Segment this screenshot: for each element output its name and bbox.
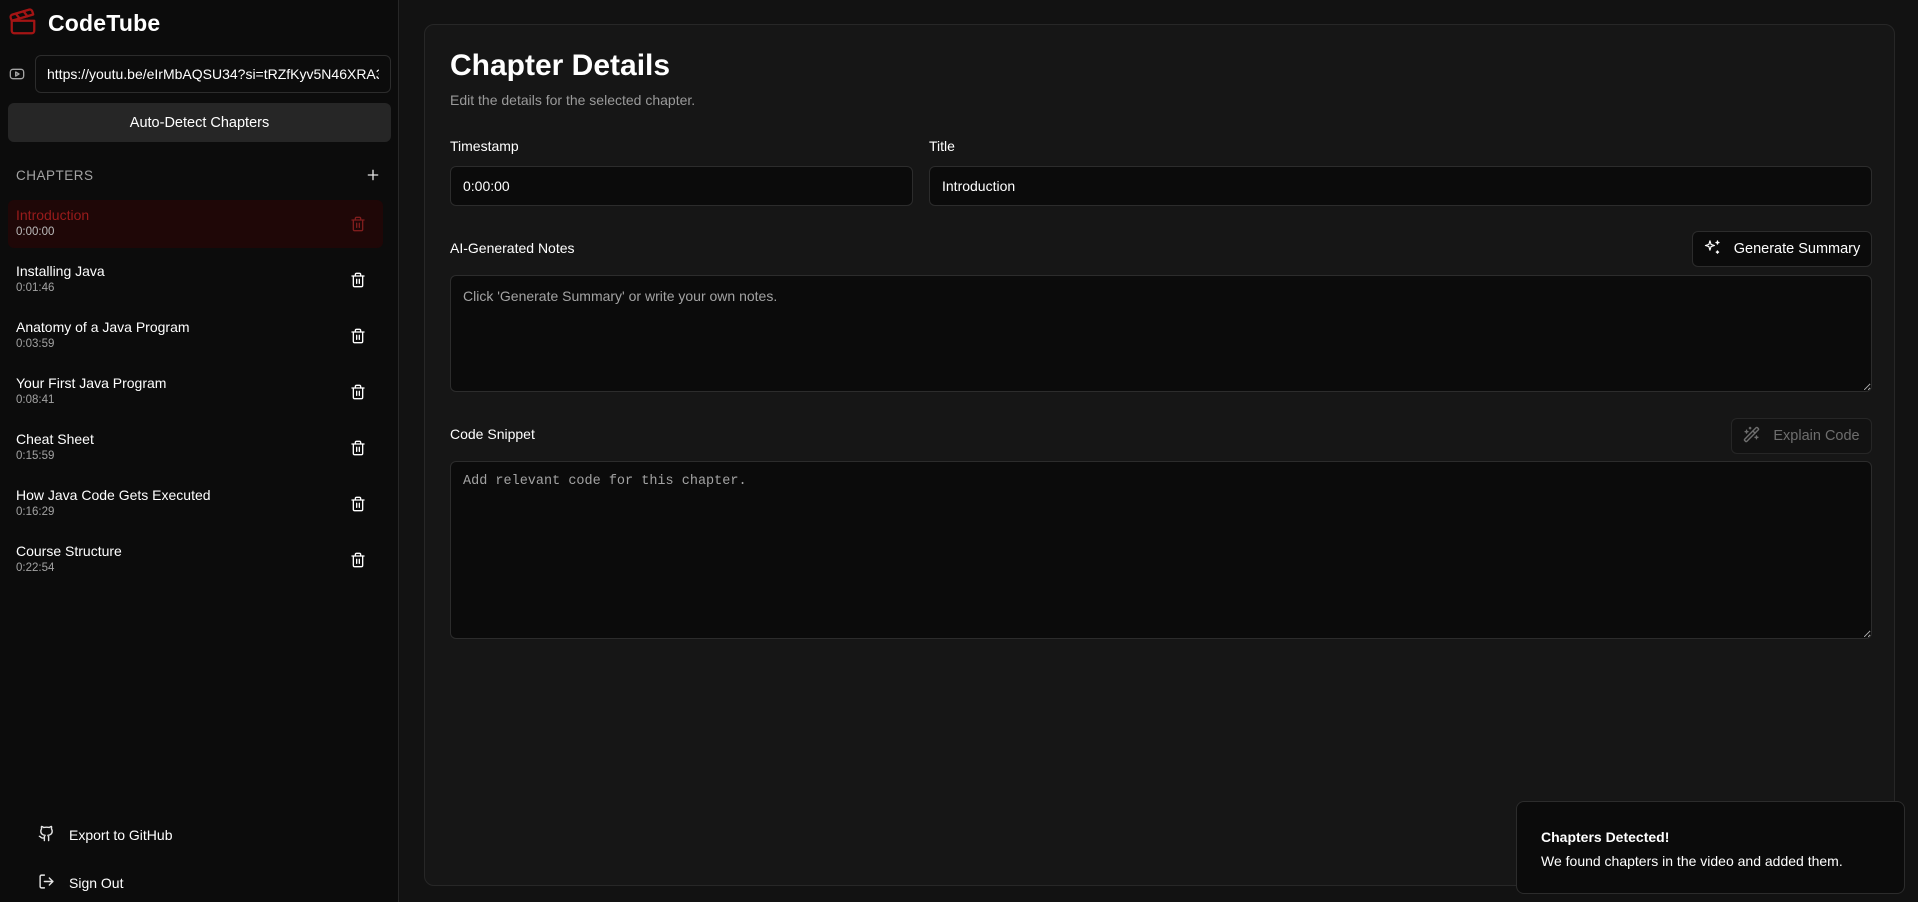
auto-detect-chapters-button[interactable]: Auto-Detect Chapters xyxy=(8,103,391,142)
url-row xyxy=(8,55,391,93)
explain-code-button[interactable]: Explain Code xyxy=(1731,418,1872,454)
chapter-timestamp: 0:15:59 xyxy=(16,450,55,462)
chapters-header: CHAPTERS xyxy=(16,165,382,185)
chapter-item-your-first-java-program[interactable]: Your First Java Program 0:08:41 xyxy=(8,368,383,416)
trash-icon[interactable] xyxy=(349,551,367,569)
chapter-item-how-java-code-gets-executed[interactable]: How Java Code Gets Executed 0:16:29 xyxy=(8,480,383,528)
code-snippet-textarea[interactable] xyxy=(450,461,1872,639)
chapter-title: How Java Code Gets Executed xyxy=(16,487,211,503)
chapter-details-panel: Chapter Details Edit the details for the… xyxy=(424,24,1895,886)
title-label: Title xyxy=(929,138,955,154)
export-to-github-label: Export to GitHub xyxy=(69,827,173,843)
chapter-title: Installing Java xyxy=(16,263,105,279)
clapperboard-icon xyxy=(8,7,38,40)
app-name: CodeTube xyxy=(48,9,161,36)
trash-icon[interactable] xyxy=(349,215,367,233)
sidebar: CodeTube Auto-Detect Chapters CHAPTERS I… xyxy=(0,0,399,902)
trash-icon[interactable] xyxy=(349,439,367,457)
add-chapter-plus-icon[interactable] xyxy=(364,166,382,184)
code-snippet-label: Code Snippet xyxy=(450,426,535,442)
chapter-title: Anatomy of a Java Program xyxy=(16,319,190,335)
chapter-item-anatomy-of-a-java-program[interactable]: Anatomy of a Java Program 0:03:59 xyxy=(8,312,383,360)
page-title: Chapter Details xyxy=(450,49,671,82)
chapter-title: Course Structure xyxy=(16,543,122,559)
toast-title: Chapters Detected! xyxy=(1541,829,1670,845)
ai-notes-label: AI-Generated Notes xyxy=(450,240,575,256)
sign-out-label: Sign Out xyxy=(69,875,124,891)
chapter-list: Introduction 0:00:00 Installing Java 0:0… xyxy=(8,200,383,592)
chapter-item-installing-java[interactable]: Installing Java 0:01:46 xyxy=(8,256,383,304)
brand: CodeTube xyxy=(8,7,161,40)
video-url-input[interactable] xyxy=(35,55,391,93)
wand-icon xyxy=(1743,426,1773,447)
chapter-title: Introduction xyxy=(16,207,90,223)
chapter-item-introduction[interactable]: Introduction 0:00:00 xyxy=(8,200,383,248)
ai-notes-textarea[interactable] xyxy=(450,275,1872,392)
toast-notification: Chapters Detected! We found chapters in … xyxy=(1516,801,1905,894)
chapter-timestamp: 0:22:54 xyxy=(16,562,55,574)
chapter-item-cheat-sheet[interactable]: Cheat Sheet 0:15:59 xyxy=(8,424,383,472)
github-icon xyxy=(30,825,55,845)
trash-icon[interactable] xyxy=(349,495,367,513)
sign-out-button[interactable]: Sign Out xyxy=(16,871,376,895)
toast-description: We found chapters in the video and added… xyxy=(1541,853,1843,869)
log-out-icon xyxy=(30,873,55,893)
chapters-heading: CHAPTERS xyxy=(16,167,94,183)
timestamp-input[interactable] xyxy=(450,166,913,206)
chapter-timestamp: 0:03:59 xyxy=(16,338,55,350)
trash-icon[interactable] xyxy=(349,383,367,401)
timestamp-label: Timestamp xyxy=(450,138,519,154)
chapter-timestamp: 0:01:46 xyxy=(16,282,55,294)
title-input[interactable] xyxy=(929,166,1872,206)
chapter-title: Cheat Sheet xyxy=(16,431,94,447)
chapter-title: Your First Java Program xyxy=(16,375,167,391)
page-subtitle: Edit the details for the selected chapte… xyxy=(450,92,696,108)
chapter-item-course-structure[interactable]: Course Structure 0:22:54 xyxy=(8,536,383,584)
trash-icon[interactable] xyxy=(349,327,367,345)
trash-icon[interactable] xyxy=(349,271,367,289)
generate-summary-label: Generate Summary xyxy=(1733,241,1861,257)
chapter-timestamp: 0:16:29 xyxy=(16,506,55,518)
export-to-github-button[interactable]: Export to GitHub xyxy=(16,823,376,847)
youtube-icon xyxy=(8,65,26,83)
explain-code-label: Explain Code xyxy=(1773,428,1860,444)
sparkles-icon xyxy=(1704,239,1734,260)
chapter-timestamp: 0:00:00 xyxy=(16,226,55,238)
generate-summary-button[interactable]: Generate Summary xyxy=(1692,231,1872,267)
chapter-timestamp: 0:08:41 xyxy=(16,394,55,406)
